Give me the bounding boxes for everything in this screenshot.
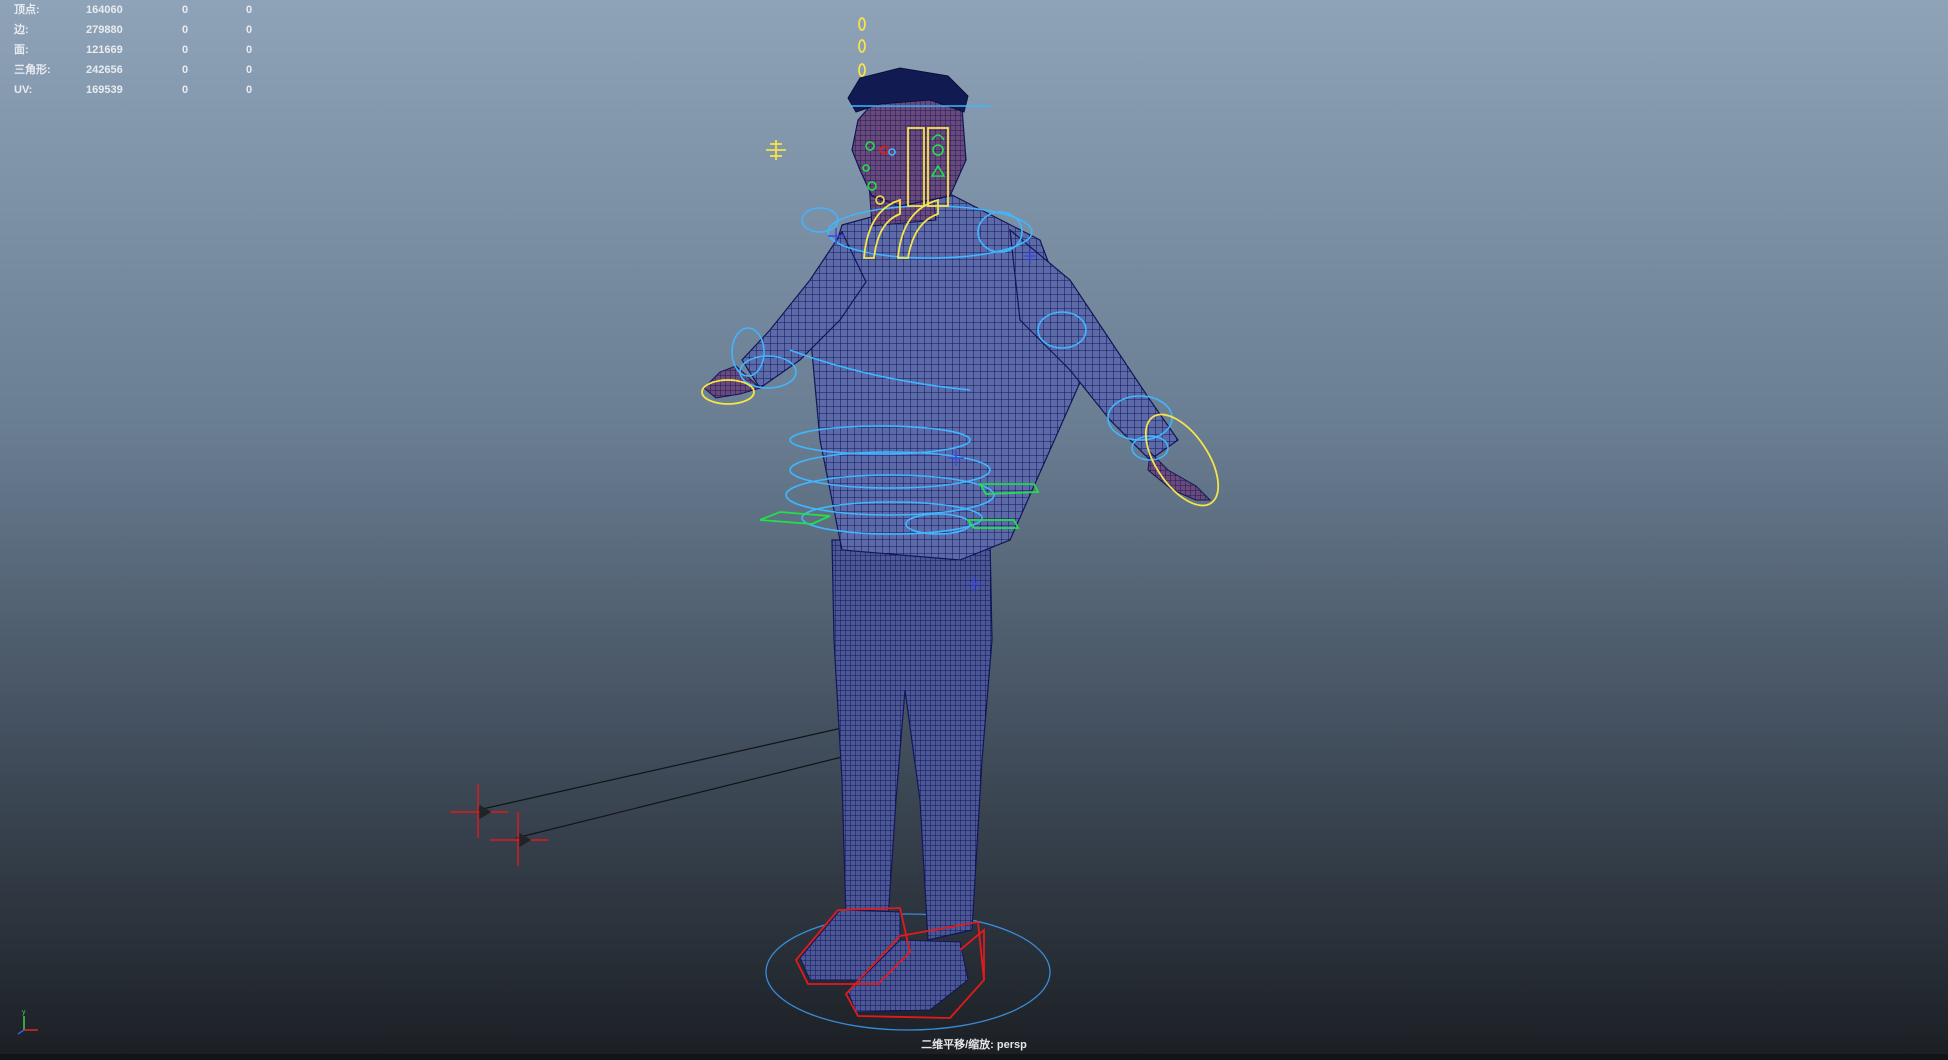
scene-canvas[interactable] [0,0,1948,1060]
maya-3d-viewport[interactable]: 顶点: 164060 0 0 边: 279880 0 0 面: 121669 0… [0,0,1948,1060]
xyz-axis-icon: y [17,1009,38,1035]
viewport-bottom-edge [0,1054,1948,1060]
axis-y-label: y [22,1009,26,1016]
character-mesh[interactable] [703,67,1212,1013]
ik-pole-vector-icon[interactable] [450,727,847,866]
camera-label: 二维平移/缩放: persp [921,1039,1027,1051]
